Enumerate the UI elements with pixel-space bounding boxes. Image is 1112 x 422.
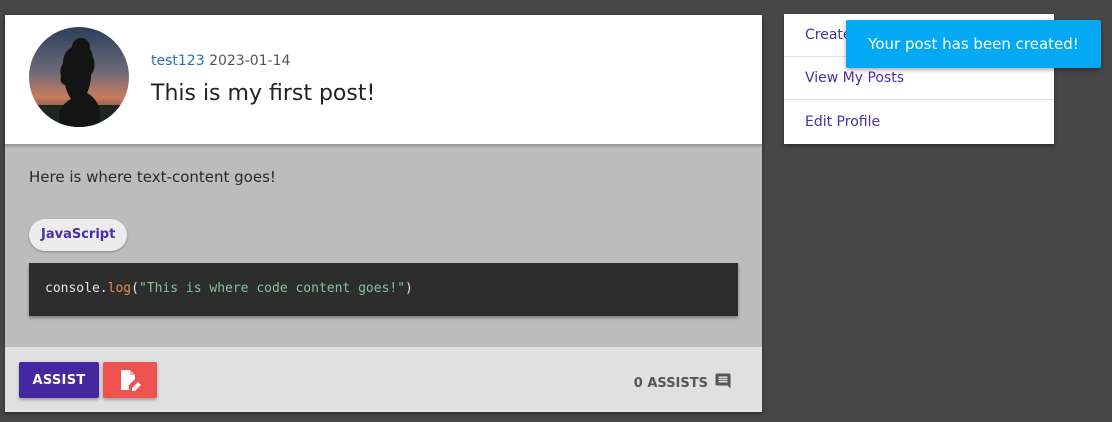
post-meta: test123 2023-01-14 [151, 53, 290, 69]
code-dot: . [99, 281, 108, 296]
language-tag-chip[interactable]: JavaScript [29, 219, 128, 251]
post-text-content: Here is where text-content goes! [29, 168, 276, 186]
assist-button[interactable]: ASSIST [19, 362, 99, 398]
success-toast[interactable]: Your post has been created! [846, 20, 1101, 68]
assists-count: 0 ASSISTS [634, 372, 732, 394]
menu-item-edit-profile[interactable]: Edit Profile [784, 101, 1054, 144]
code-method: log [107, 281, 132, 296]
post-title: This is my first post! [151, 81, 376, 106]
code-string: "This is where code content goes!" [138, 281, 406, 296]
post-author-link[interactable]: test123 [151, 53, 205, 69]
avatar[interactable] [29, 27, 129, 127]
code-block: console.log("This is where code content … [29, 263, 738, 316]
code-object: console [45, 281, 100, 296]
post-footer: ASSIST 0 ASSISTS [5, 347, 762, 412]
comment-icon [708, 372, 732, 394]
edit-post-button[interactable] [103, 362, 157, 398]
post-header: test123 2023-01-14 This is my first post… [5, 15, 762, 145]
post-card: test123 2023-01-14 This is my first post… [5, 15, 762, 412]
code-open-paren: ( [131, 281, 139, 296]
post-date: 2023-01-14 [209, 53, 291, 69]
code-close-paren: ) [405, 281, 413, 296]
assists-count-label: 0 ASSISTS [633, 375, 708, 391]
